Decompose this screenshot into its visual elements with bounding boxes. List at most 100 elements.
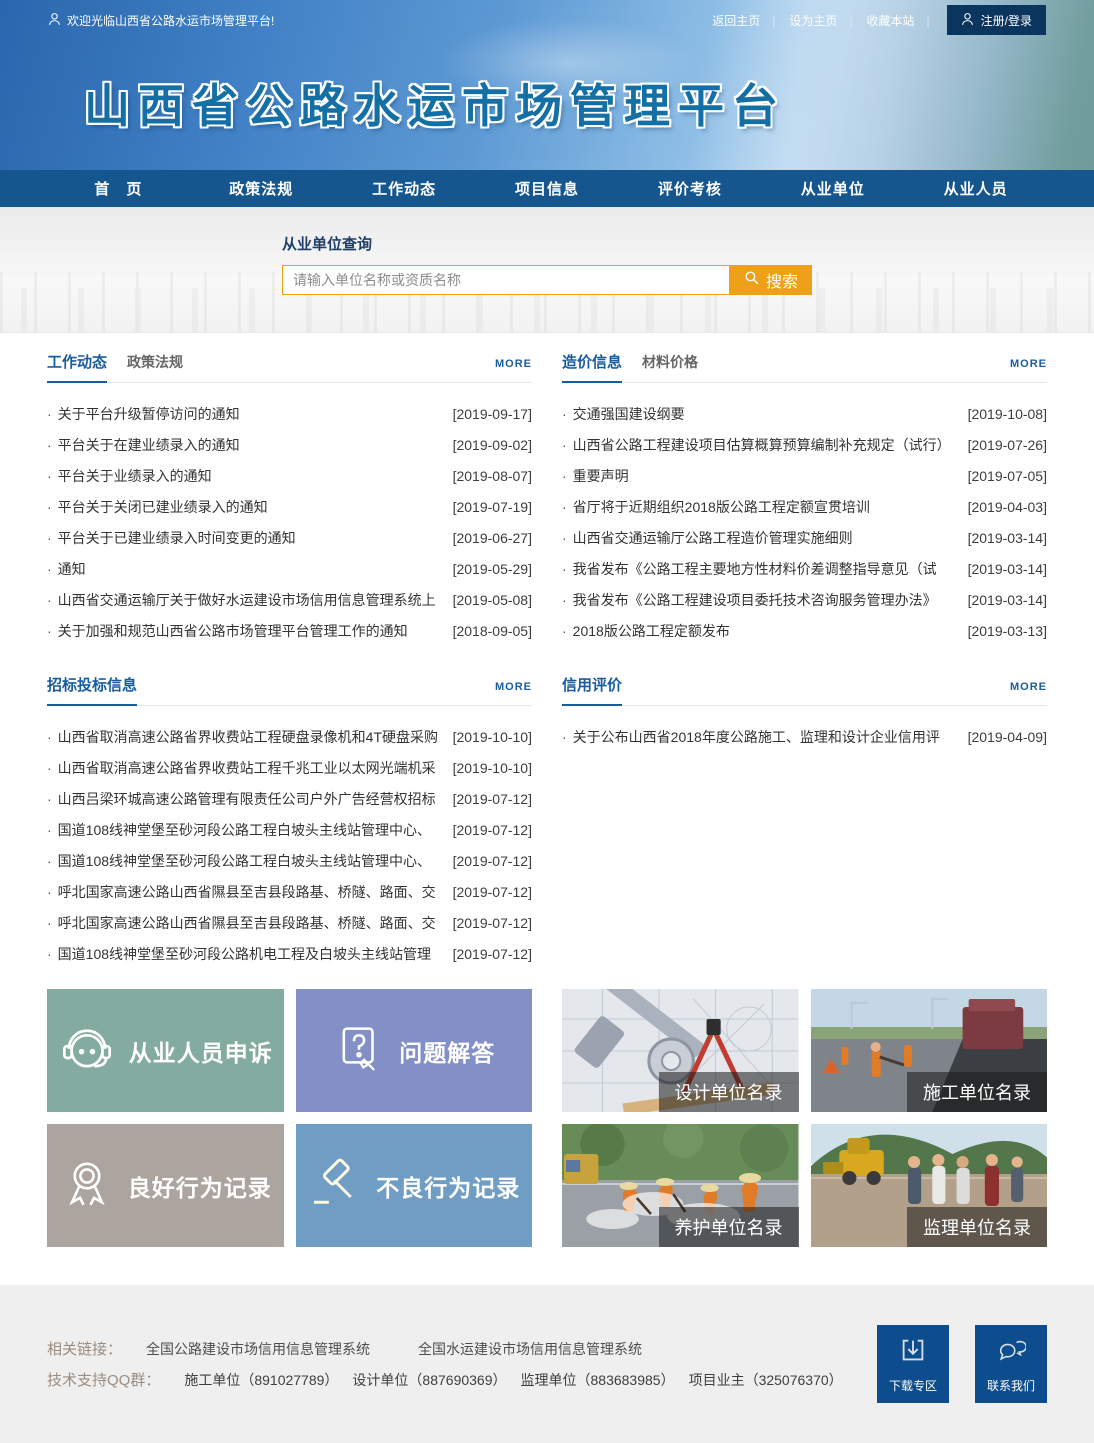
list-item[interactable]: 省厅将于近期组织2018版公路工程定额宣贯培训 [2019-04-03] — [562, 491, 1047, 522]
construction-units-card[interactable]: 施工单位名录 — [811, 989, 1048, 1112]
list-item[interactable]: 山西省公路工程建设项目估算概算预算编制补充规定（试行） [2019-07-26] — [562, 429, 1047, 460]
news-title[interactable]: 平台关于在建业绩录入的通知 — [47, 435, 447, 455]
news-title[interactable]: 平台关于已建业绩录入时间变更的通知 — [47, 528, 447, 548]
more-link-credit[interactable]: MORE — [1010, 681, 1047, 693]
search-strip: 从业单位查询 搜索 — [0, 207, 1094, 333]
nav-link[interactable]: 首 页 — [47, 170, 190, 207]
news-title[interactable]: 山西省取消高速公路省界收费站工程千兆工业以太网光端机采 — [47, 758, 447, 778]
list-item[interactable]: 国道108线神堂堡至砂河段公路工程白坡头主线站管理中心、 [2019-07-12… — [47, 845, 532, 876]
news-date: [2019-07-12] — [453, 884, 532, 900]
search-input[interactable] — [282, 265, 729, 295]
news-title[interactable]: 省厅将于近期组织2018版公路工程定额宣贯培训 — [562, 497, 962, 517]
section-work-news: 工作动态 政策法规 MORE 关于平台升级暂停访问的通知 [2019-09-17… — [47, 351, 532, 646]
list-item[interactable]: 国道108线神堂堡至砂河段公路机电工程及白坡头主线站管理 [2019-07-12… — [47, 938, 532, 969]
news-title[interactable]: 关于公布山西省2018年度公路施工、监理和设计企业信用评 — [562, 727, 962, 747]
news-title[interactable]: 国道108线神堂堡至砂河段公路工程白坡头主线站管理中心、 — [47, 820, 447, 840]
design-units-card[interactable]: 设计单位名录 — [562, 989, 799, 1112]
news-title[interactable]: 我省发布《公路工程主要地方性材料价差调整指导意见（试 — [562, 559, 962, 579]
supervision-units-card[interactable]: 监理单位名录 — [811, 1124, 1048, 1247]
list-item[interactable]: 我省发布《公路工程建设项目委托技术咨询服务管理办法》 [2019-03-14] — [562, 584, 1047, 615]
list-item[interactable]: 山西省交通运输厅公路工程造价管理实施细则 [2019-03-14] — [562, 522, 1047, 553]
news-title[interactable]: 山西吕梁环城高速公路管理有限责任公司户外广告经营权招标 — [47, 789, 447, 809]
news-title[interactable]: 通知 — [47, 559, 447, 579]
tab-cost-info[interactable]: 造价信息 — [562, 351, 622, 372]
maintenance-units-card[interactable]: 养护单位名录 — [562, 1124, 799, 1247]
news-title[interactable]: 我省发布《公路工程建设项目委托技术咨询服务管理办法》 — [562, 590, 962, 610]
nav-link[interactable]: 评价考核 — [618, 170, 761, 207]
link-national-highway-credit[interactable]: 全国公路建设市场信用信息管理系统 — [146, 1339, 370, 1359]
more-link-work[interactable]: MORE — [495, 358, 532, 370]
news-title[interactable]: 关于加强和规范山西省公路市场管理平台管理工作的通知 — [47, 621, 447, 641]
news-title[interactable]: 重要声明 — [562, 466, 962, 486]
bad-behavior-button[interactable]: 不良行为记录 — [296, 1124, 533, 1247]
link-set-home[interactable]: 设为主页 — [782, 12, 859, 29]
news-title[interactable]: 山西省取消高速公路省界收费站工程硬盘录像机和4T硬盘采购 — [47, 727, 447, 747]
list-item[interactable]: 平台关于在建业绩录入的通知 [2019-09-02] — [47, 429, 532, 460]
news-title[interactable]: 平台关于业绩录入的通知 — [47, 466, 447, 486]
list-item[interactable]: 呼北国家高速公路山西省隰县至吉县段路基、桥隧、路面、交 [2019-07-12] — [47, 907, 532, 938]
qa-button[interactable]: 问题解答 — [296, 989, 533, 1112]
news-title[interactable]: 呼北国家高速公路山西省隰县至吉县段路基、桥隧、路面、交 — [47, 882, 447, 902]
list-item[interactable]: 关于平台升级暂停访问的通知 [2019-09-17] — [47, 398, 532, 429]
search-button[interactable]: 搜索 — [729, 265, 812, 295]
nav-link[interactable]: 工作动态 — [333, 170, 476, 207]
tab-policy[interactable]: 政策法规 — [127, 352, 183, 372]
header-banner: 欢迎光临山西省公路水运市场管理平台! 返回主页 设为主页 收藏本站 注册/登录 … — [0, 0, 1094, 170]
list-item[interactable]: 交通强国建设纲要 [2019-10-08] — [562, 398, 1047, 429]
question-note-icon — [332, 1021, 386, 1081]
photo-caption: 养护单位名录 — [659, 1207, 799, 1247]
news-title[interactable]: 山西省交通运输厅公路工程造价管理实施细则 — [562, 528, 962, 548]
link-national-waterway-credit[interactable]: 全国水运建设市场信用信息管理系统 — [418, 1339, 642, 1359]
more-link-bidding[interactable]: MORE — [495, 681, 532, 693]
list-item[interactable]: 通知 [2019-05-29] — [47, 553, 532, 584]
chat-bubbles-icon — [996, 1335, 1026, 1368]
list-item[interactable]: 平台关于业绩录入的通知 [2019-08-07] — [47, 460, 532, 491]
news-title[interactable]: 平台关于关闭已建业绩录入的通知 — [47, 497, 447, 517]
more-link-cost[interactable]: MORE — [1010, 358, 1047, 370]
nav-item: 评价考核 — [618, 170, 761, 207]
photo-caption: 监理单位名录 — [907, 1207, 1047, 1247]
news-title[interactable]: 关于平台升级暂停访问的通知 — [47, 404, 447, 424]
list-item[interactable]: 平台关于关闭已建业绩录入的通知 [2019-07-19] — [47, 491, 532, 522]
tab-credit[interactable]: 信用评价 — [562, 674, 622, 695]
link-return-home[interactable]: 返回主页 — [705, 12, 782, 29]
news-title[interactable]: 2018版公路工程定额发布 — [562, 621, 962, 641]
link-bookmark[interactable]: 收藏本站 — [860, 12, 937, 29]
nav-link[interactable]: 从业单位 — [761, 170, 904, 207]
register-login-button[interactable]: 注册/登录 — [947, 5, 1046, 35]
list-item[interactable]: 山西省交通运输厅关于做好水运建设市场信用信息管理系统上 [2019-05-08] — [47, 584, 532, 615]
site-title: 山西省公路水运市场管理平台 — [84, 70, 1094, 136]
news-date: [2019-05-08] — [453, 592, 532, 608]
nav-link[interactable]: 项目信息 — [476, 170, 619, 207]
news-date: [2019-10-10] — [453, 729, 532, 745]
list-item[interactable]: 关于加强和规范山西省公路市场管理平台管理工作的通知 [2018-09-05] — [47, 615, 532, 646]
good-behavior-button[interactable]: 良好行为记录 — [47, 1124, 284, 1247]
list-item[interactable]: 2018版公路工程定额发布 [2019-03-13] — [562, 615, 1047, 646]
news-title[interactable]: 呼北国家高速公路山西省隰县至吉县段路基、桥隧、路面、交 — [47, 913, 447, 933]
nav-link[interactable]: 政策法规 — [190, 170, 333, 207]
news-title[interactable]: 山西省公路工程建设项目估算概算预算编制补充规定（试行） — [562, 435, 962, 455]
list-item[interactable]: 重要声明 [2019-07-05] — [562, 460, 1047, 491]
news-title[interactable]: 国道108线神堂堡至砂河段公路工程白坡头主线站管理中心、 — [47, 851, 447, 871]
tab-work-news[interactable]: 工作动态 — [47, 351, 107, 372]
list-item[interactable]: 我省发布《公路工程主要地方性材料价差调整指导意见（试 [2019-03-14] — [562, 553, 1047, 584]
list-item[interactable]: 山西省取消高速公路省界收费站工程千兆工业以太网光端机采 [2019-10-10] — [47, 752, 532, 783]
list-item[interactable]: 国道108线神堂堡至砂河段公路工程白坡头主线站管理中心、 [2019-07-12… — [47, 814, 532, 845]
news-date: [2019-07-12] — [453, 946, 532, 962]
contact-us-button[interactable]: 联系我们 — [975, 1325, 1047, 1403]
list-item[interactable]: 平台关于已建业绩录入时间变更的通知 [2019-06-27] — [47, 522, 532, 553]
section-credit: 信用评价 MORE 关于公布山西省2018年度公路施工、监理和设计企业信用评 [… — [562, 674, 1047, 969]
list-item[interactable]: 山西省取消高速公路省界收费站工程硬盘录像机和4T硬盘采购 [2019-10-10… — [47, 721, 532, 752]
personnel-appeal-button[interactable]: 从业人员申诉 — [47, 989, 284, 1112]
news-title[interactable]: 国道108线神堂堡至砂河段公路机电工程及白坡头主线站管理 — [47, 944, 447, 964]
nav-link[interactable]: 从业人员 — [904, 170, 1047, 207]
list-item[interactable]: 关于公布山西省2018年度公路施工、监理和设计企业信用评 [2019-04-09… — [562, 721, 1047, 752]
list-item[interactable]: 呼北国家高速公路山西省隰县至吉县段路基、桥隧、路面、交 [2019-07-12] — [47, 876, 532, 907]
download-zone-button[interactable]: 下载专区 — [877, 1325, 949, 1403]
topbar-links: 返回主页 设为主页 收藏本站 注册/登录 — [705, 5, 1046, 35]
list-item[interactable]: 山西吕梁环城高速公路管理有限责任公司户外广告经营权招标 [2019-07-12] — [47, 783, 532, 814]
tab-material-price[interactable]: 材料价格 — [642, 352, 698, 372]
news-title[interactable]: 交通强国建设纲要 — [562, 404, 962, 424]
tab-bidding[interactable]: 招标投标信息 — [47, 674, 137, 695]
news-title[interactable]: 山西省交通运输厅关于做好水运建设市场信用信息管理系统上 — [47, 590, 447, 610]
